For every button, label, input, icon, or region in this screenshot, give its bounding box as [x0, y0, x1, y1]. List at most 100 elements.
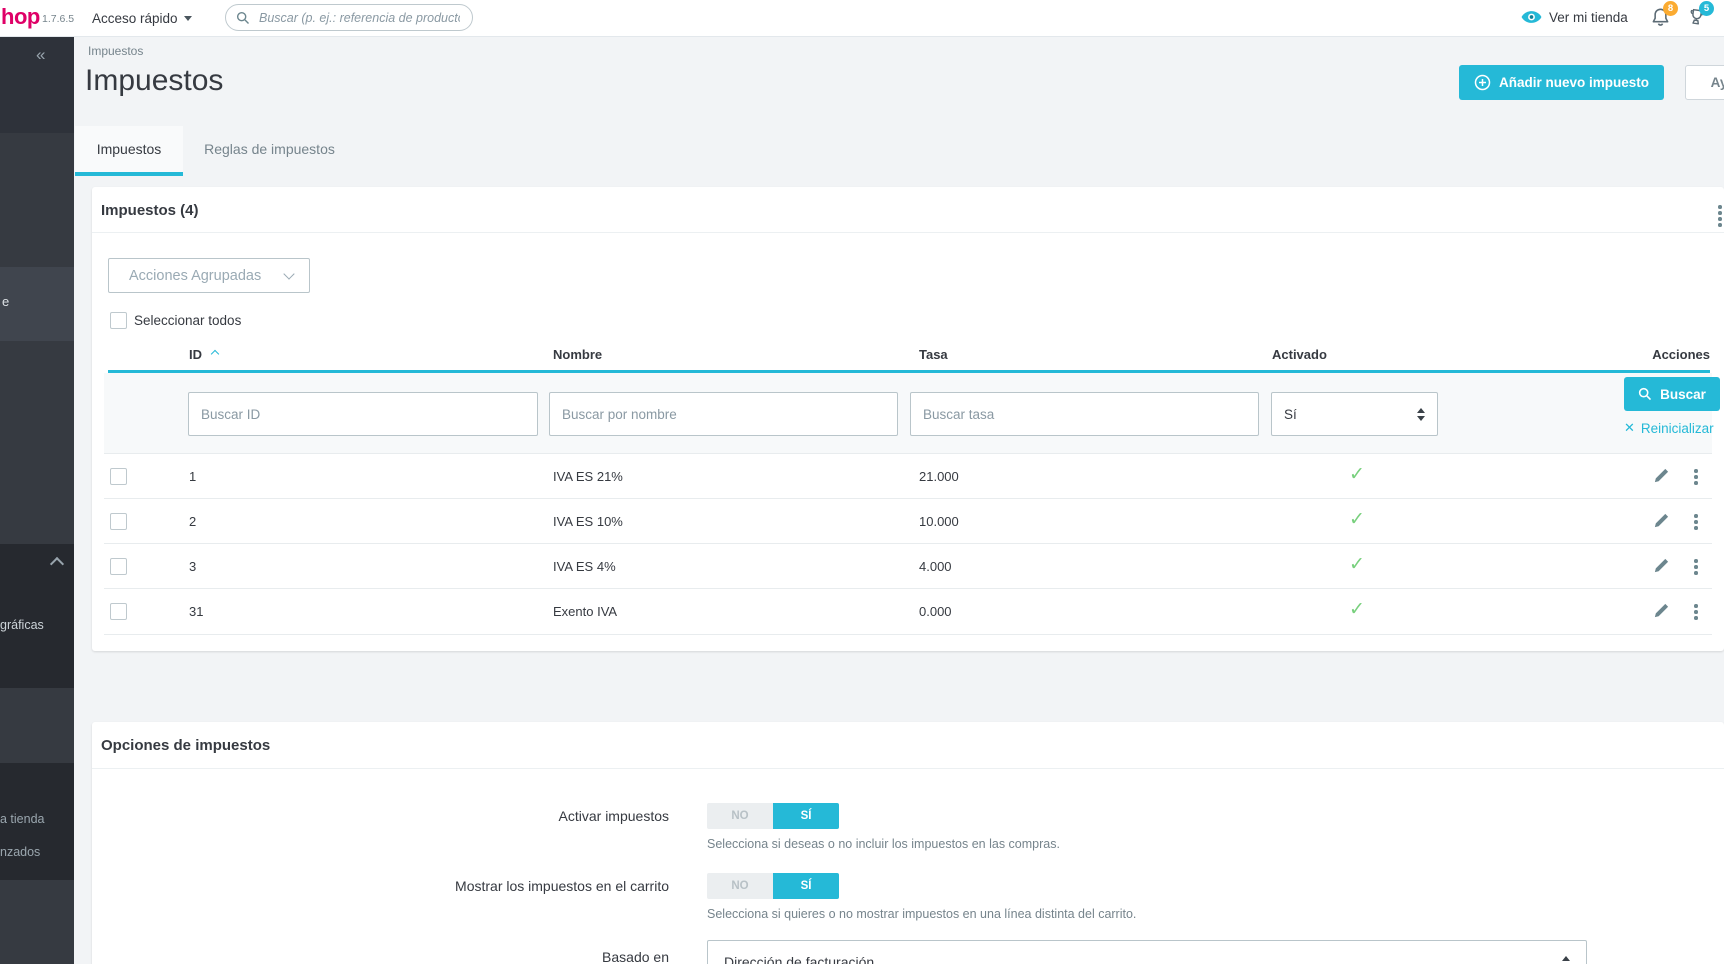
plus-circle-icon: [1474, 74, 1491, 91]
row-menu-icon[interactable]: [1694, 469, 1698, 485]
column-header-name[interactable]: Nombre: [553, 347, 602, 362]
enabled-check-icon[interactable]: ✓: [1342, 598, 1372, 621]
edit-pencil-icon[interactable]: [1653, 558, 1669, 574]
toggle-no[interactable]: NO: [707, 803, 773, 829]
sidebar-item-fragment-1[interactable]: e: [2, 294, 9, 309]
select-arrows-icon: [1562, 955, 1570, 964]
table-row[interactable]: 2 IVA ES 10% 10.000 ✓: [104, 498, 1712, 544]
panel-header-divider: [92, 232, 1724, 233]
edit-pencil-icon[interactable]: [1653, 513, 1669, 529]
sort-asc-icon[interactable]: [210, 349, 220, 359]
table-row[interactable]: 3 IVA ES 4% 4.000 ✓: [104, 543, 1712, 589]
quick-access-menu[interactable]: Acceso rápido: [92, 9, 192, 27]
sidebar-item-highlighted[interactable]: [0, 267, 74, 341]
add-new-tax-label: Añadir nuevo impuesto: [1498, 75, 1650, 90]
filter-enabled-value: Sí: [1284, 406, 1297, 422]
help-button[interactable]: Ayuda: [1685, 65, 1724, 100]
enable-taxes-toggle[interactable]: NO SÍ: [707, 803, 839, 829]
panel-settings-icon[interactable]: [1718, 205, 1722, 227]
filter-search-button[interactable]: Buscar: [1624, 377, 1720, 411]
panel-header-divider: [92, 768, 1724, 769]
enabled-check-icon[interactable]: ✓: [1342, 553, 1372, 576]
sidebar-collapse-button[interactable]: «: [36, 45, 45, 65]
cell-name: Exento IVA: [553, 604, 618, 619]
sidebar-item-fragment-3[interactable]: a tienda: [0, 812, 44, 826]
select-all-label: Seleccionar todos: [134, 313, 242, 328]
sidebar-nav: « e gráficas a tienda nzados: [0, 36, 74, 964]
quick-access-label: Acceso rápido: [92, 10, 178, 26]
bulk-actions-dropdown[interactable]: Acciones Agrupadas: [108, 258, 310, 293]
row-menu-icon[interactable]: [1694, 514, 1698, 530]
tax-options-panel: Opciones de impuestos Activar impuestos …: [92, 722, 1724, 964]
cell-rate: 21.000: [919, 469, 959, 484]
cell-id: 2: [189, 514, 197, 529]
eye-icon: [1521, 11, 1542, 23]
filter-rate-input[interactable]: [910, 392, 1259, 436]
search-icon: [1638, 387, 1652, 401]
cell-name: IVA ES 21%: [553, 469, 623, 484]
filter-id-input[interactable]: [188, 392, 538, 436]
enabled-check-icon[interactable]: ✓: [1342, 508, 1372, 531]
edit-pencil-icon[interactable]: [1653, 603, 1669, 619]
cell-id: 3: [189, 559, 197, 574]
help-button-label: Ayuda: [1710, 75, 1724, 90]
table-row[interactable]: 31 Exento IVA 0.000 ✓: [104, 588, 1712, 635]
tab-tax-rules-label: Reglas de impuestos: [204, 141, 335, 157]
column-header-rate[interactable]: Tasa: [919, 347, 948, 362]
column-header-id[interactable]: ID: [189, 347, 202, 362]
tab-taxes-label: Impuestos: [96, 141, 162, 157]
enable-taxes-help: Selecciona si deseas o no incluir los im…: [707, 837, 1060, 851]
row-checkbox[interactable]: [110, 513, 127, 530]
notifications-badge: 8: [1663, 1, 1678, 16]
tab-taxes[interactable]: Impuestos: [75, 126, 183, 172]
top-bar: hop 1.7.6.5 Acceso rápido Ver mi tienda …: [0, 0, 1724, 37]
tax-options-title: Opciones de impuestos: [101, 737, 271, 754]
filter-reset-label: Reinicializar: [1640, 420, 1714, 436]
page-title: Impuestos: [85, 64, 224, 97]
cell-id: 31: [189, 604, 204, 619]
bulk-actions-label: Acciones Agrupadas: [129, 267, 262, 284]
select-all-checkbox[interactable]: [110, 312, 127, 329]
row-menu-icon[interactable]: [1694, 604, 1698, 620]
toggle-no[interactable]: NO: [707, 873, 773, 899]
edit-pencil-icon[interactable]: [1653, 468, 1669, 484]
chevron-down-icon: [283, 267, 295, 280]
achievements-badge: 5: [1699, 1, 1714, 16]
column-header-enabled[interactable]: Activado: [1272, 347, 1327, 362]
tab-tax-rules[interactable]: Reglas de impuestos: [182, 126, 357, 172]
cell-name: IVA ES 10%: [553, 514, 623, 529]
prestashop-admin-taxes-page: hop 1.7.6.5 Acceso rápido Ver mi tienda …: [0, 0, 1724, 964]
enabled-check-icon[interactable]: ✓: [1342, 463, 1372, 486]
cell-name: IVA ES 4%: [553, 559, 616, 574]
sidebar-item-fragment-4[interactable]: nzados: [0, 845, 40, 859]
sidebar-item-fragment-2[interactable]: gráficas: [0, 618, 44, 632]
display-tax-cart-toggle[interactable]: NO SÍ: [707, 873, 839, 899]
select-arrows-icon: [1417, 407, 1425, 421]
row-checkbox[interactable]: [110, 603, 127, 620]
chevron-down-icon: [183, 15, 192, 21]
based-on-select[interactable]: Dirección de facturación: [707, 940, 1587, 964]
version-label: 1.7.6.5: [42, 13, 75, 25]
add-new-tax-button[interactable]: Añadir nuevo impuesto: [1459, 65, 1664, 100]
row-menu-icon[interactable]: [1694, 559, 1698, 575]
toggle-yes[interactable]: SÍ: [773, 873, 839, 899]
filter-name-input[interactable]: [549, 392, 898, 436]
cell-rate: 10.000: [919, 514, 959, 529]
taxes-panel: Impuestos (4) Acciones Agrupadas Selecci…: [92, 187, 1724, 651]
search-input[interactable]: [257, 9, 462, 26]
row-checkbox[interactable]: [110, 558, 127, 575]
based-on-value: Dirección de facturación: [724, 954, 875, 964]
column-header-actions: Acciones: [1652, 347, 1710, 362]
enable-taxes-label: Activar impuestos: [558, 808, 669, 824]
cell-rate: 0.000: [919, 604, 952, 619]
filter-enabled-select[interactable]: Sí: [1271, 392, 1438, 436]
search-icon: [236, 11, 250, 24]
prestashop-logo[interactable]: hop: [1, 4, 40, 30]
toggle-yes[interactable]: SÍ: [773, 803, 839, 829]
filter-reset-link[interactable]: ✕ Reinicializar: [1624, 420, 1714, 436]
table-row[interactable]: 1 IVA ES 21% 21.000 ✓: [104, 453, 1712, 499]
row-checkbox[interactable]: [110, 468, 127, 485]
cell-id: 1: [189, 469, 197, 484]
view-shop-link[interactable]: Ver mi tienda: [1521, 8, 1628, 26]
global-search: [225, 4, 473, 31]
